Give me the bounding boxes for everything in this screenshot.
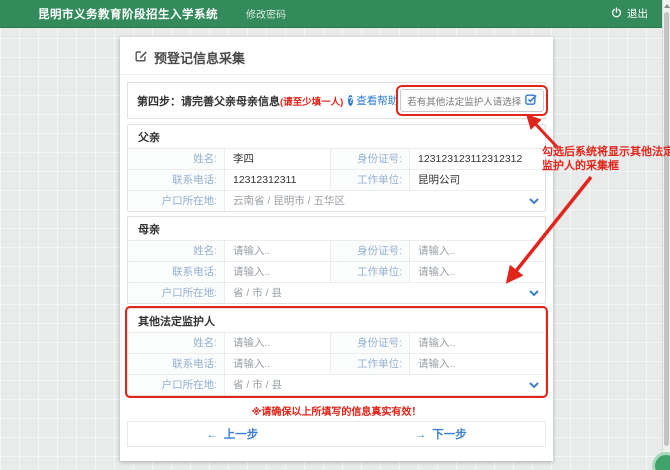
guardian-row-2: 联系电话: 请输入.. 工作单位: 请输入.. [128,353,545,374]
logout-button[interactable]: 退出 [611,6,648,21]
scrollbar-thumb[interactable] [664,12,669,446]
father-id-label: 身份证号: [331,149,410,169]
mother-row-2: 联系电话: 请输入.. 工作单位: 请输入.. [128,261,545,282]
next-step-label: 下一步 [432,429,467,441]
next-step-button[interactable]: → 下一步 [337,426,546,442]
guardian-checkbox-highlight: 若有其他法定监护人请选择 [398,87,546,114]
guardian-work-input[interactable]: 请输入.. [410,354,545,374]
check-square-icon [525,93,537,108]
father-name-input[interactable]: 李四 [225,149,331,169]
father-phone-label: 联系电话: [128,170,225,190]
guardian-name-label: 姓名: [128,333,225,353]
help-icon: ? [348,95,353,106]
mother-phone-input[interactable]: 请输入.. [225,262,331,282]
guardian-id-input[interactable]: 请输入.. [410,333,545,353]
guardian-work-label: 工作单位: [331,354,410,374]
app-title: 昆明市义务教育阶段招生入学系统 [38,6,218,22]
father-row-1: 姓名: 李四 身份证号: 123123123112312312 [128,148,545,169]
other-guardian-checkbox[interactable]: 若有其他法定监护人请选择 [400,89,544,112]
guardian-name-input[interactable]: 请输入.. [225,333,331,353]
step-label: 第四步：请完善父亲母亲信息 [137,93,280,109]
mother-work-input[interactable]: 请输入.. [410,262,545,282]
guardian-address-row: 户口所在地: 省 / 市 / 县 [128,374,545,395]
mother-section: 母亲 姓名: 请输入.. 身份证号: 请输入.. 联系电话: 请输入.. 工作单… [127,216,546,304]
mother-phone-label: 联系电话: [128,262,225,282]
step-note: (请至少填一人) [280,94,343,108]
scrollbar-up-arrow-icon[interactable] [664,4,670,8]
mother-section-title: 母亲 [128,217,545,240]
guardian-row-1: 姓名: 请输入.. 身份证号: 请输入.. [128,332,545,353]
annotation-tip-text: 勾选后系统将显示其他法定监护人的采集框 [542,145,670,173]
form-body: 第四步：请完善父亲母亲信息 (请至少填一人) ? 查看帮助 若有其他法定监护人请… [120,75,553,447]
mother-address-label: 户口所在地: [128,283,225,303]
guardian-address-select[interactable]: 省 / 市 / 县 [225,375,523,395]
pre-registration-card: 预登记信息采集 第四步：请完善父亲母亲信息 (请至少填一人) ? 查看帮助 若有… [120,37,553,461]
mother-name-label: 姓名: [128,241,225,261]
father-work-input[interactable]: 昆明公司 [410,170,545,190]
father-row-2: 联系电话: 12312312311 工作单位: 昆明公司 [128,169,545,190]
mother-row-1: 姓名: 请输入.. 身份证号: 请输入.. [128,240,545,261]
other-guardian-section: 其他法定监护人 姓名: 请输入.. 身份证号: 请输入.. 联系电话: 请输入.… [127,308,546,396]
guardian-phone-label: 联系电话: [128,354,225,374]
step-header: 第四步：请完善父亲母亲信息 (请至少填一人) ? 查看帮助 若有其他法定监护人请… [127,82,546,119]
arrow-right-icon: → [415,429,427,441]
mother-id-input[interactable]: 请输入.. [410,241,545,261]
chevron-down-icon[interactable] [523,283,545,303]
chevron-down-icon[interactable] [523,375,545,395]
guardian-id-label: 身份证号: [331,333,410,353]
mother-work-label: 工作单位: [331,262,410,282]
page-header: 昆明市义务教育阶段招生入学系统 修改密码 退出 [0,0,662,28]
mother-address-select[interactable]: 省 / 市 / 县 [225,283,523,303]
mother-id-label: 身份证号: [331,241,410,261]
view-help-link[interactable]: 查看帮助 [356,93,398,108]
father-address-select[interactable]: 云南省 / 昆明市 / 五华区 [225,191,523,211]
mother-address-row: 户口所在地: 省 / 市 / 县 [128,282,545,303]
father-id-input[interactable]: 123123123112312312 [410,149,545,169]
edit-icon [134,49,148,66]
father-name-label: 姓名: [128,149,225,169]
chevron-down-icon[interactable] [523,191,545,211]
previous-step-button[interactable]: ← 上一步 [128,426,337,442]
guardian-phone-input[interactable]: 请输入.. [225,354,331,374]
card-title-row: 预登记信息采集 [120,37,553,75]
scrollbar-track[interactable] [662,0,670,470]
father-work-label: 工作单位: [331,170,410,190]
father-address-label: 户口所在地: [128,191,225,211]
arrow-left-icon: ← [206,429,218,441]
guardian-checkbox-label: 若有其他法定监护人请选择 [407,94,521,108]
father-address-row: 户口所在地: 云南省 / 昆明市 / 五华区 [128,190,545,211]
floating-widget-button[interactable] [652,452,670,470]
mother-name-input[interactable]: 请输入.. [225,241,331,261]
wizard-nav-row: ← 上一步 → 下一步 [127,421,546,447]
validity-warning: ※请确保以上所填写的信息真实有效！ [127,403,546,418]
change-password-link[interactable]: 修改密码 [246,6,286,21]
power-icon [611,7,622,21]
previous-step-label: 上一步 [224,429,259,441]
page-title: 预登记信息采集 [154,48,245,67]
logout-label: 退出 [627,6,648,21]
guardian-address-label: 户口所在地: [128,375,225,395]
father-section: 父亲 姓名: 李四 身份证号: 123123123112312312 联系电话:… [127,124,546,212]
father-section-title: 父亲 [128,125,545,148]
other-guardian-section-title: 其他法定监护人 [128,309,545,332]
father-phone-input[interactable]: 12312312311 [225,170,331,190]
